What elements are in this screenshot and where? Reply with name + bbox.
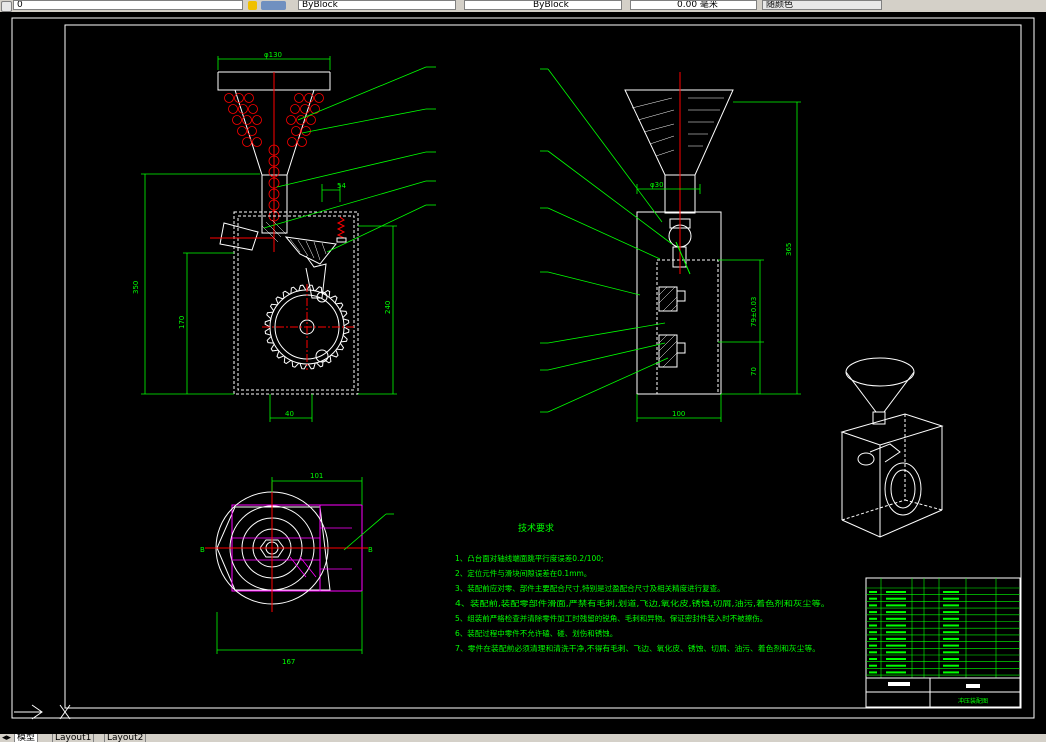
title-cell-mark (869, 644, 877, 647)
title-cell-mark (869, 637, 877, 640)
title-cell-mark (886, 644, 906, 647)
title-cell-mark (869, 604, 877, 607)
title-cell-mark (943, 664, 959, 667)
title-cell-mark (943, 631, 959, 634)
title-cell-mark (869, 651, 877, 654)
title-cell-mark (943, 624, 959, 627)
title-cell-mark (869, 624, 877, 627)
title-cell-mark (869, 631, 877, 634)
title-cell-mark (886, 658, 906, 660)
lineweight-unit-dropdown[interactable]: 0.00 毫米 (630, 0, 757, 10)
title-cell-mark (943, 617, 959, 620)
title-cell-mark (943, 658, 959, 660)
drawing-canvas[interactable]: φ130 350 170 240 40 54 φ30 365 79±0.03 7… (0, 12, 1046, 734)
title-cell-mark (943, 644, 959, 647)
title-cell-mark (869, 597, 877, 600)
drawing-name: 冲压装配图 (958, 697, 988, 705)
tech-req-line: 5、组装前严格检查并清除零件加工时残留的锐角、毛刺和异物。保证密封件装入时不被擦… (455, 613, 767, 623)
dim-fit: 79±0.03 (750, 297, 758, 327)
dim-small: φ30 (650, 181, 664, 189)
tech-req-line: 2、定位元件与滑块间隙误差在0.1mm。 (455, 568, 591, 578)
title-cell-mark (943, 671, 959, 674)
title-cell-mark (943, 597, 959, 600)
title-cell-mark (886, 617, 906, 620)
dim-top: 101 (310, 472, 323, 480)
title-cell-mark (886, 671, 906, 674)
title-cell-mark (869, 664, 877, 667)
section-label-left: B (200, 546, 205, 554)
title-cell-mark (869, 591, 877, 593)
dim-bottom: 167 (282, 658, 295, 666)
dim-total: 365 (785, 243, 793, 256)
linetype-dropdown[interactable]: ByBlock (298, 0, 456, 10)
tech-req-line: 4、装配前,装配零部件滑面,严禁有毛刺,划道,飞边,氧化皮,锈蚀,切屑,油污,着… (455, 598, 830, 608)
tab-layout1[interactable]: Layout1 (52, 734, 95, 742)
dim-box-height: 170 (178, 316, 186, 329)
layer-freeze-icon[interactable] (248, 1, 257, 10)
tech-req-line: 3、装配前应对零、部件主要配合尺寸,特别是过盈配合尺寸及相关精度进行复查。 (455, 583, 725, 593)
title-cell-mark (869, 671, 877, 674)
title-cell-mark (869, 611, 877, 614)
title-cell-mark (886, 604, 906, 607)
layer-state-icon[interactable] (1, 1, 12, 12)
dim-mid: 54 (337, 182, 346, 190)
tech-req-line: 1、凸台面对轴线端面跳平行度误差0.2/100; (455, 553, 604, 563)
title-cell-mark (886, 631, 906, 634)
plotstyle-dropdown[interactable]: 随颜色 (762, 0, 882, 10)
section-label-right: B (368, 546, 373, 554)
title-cell-mark (886, 597, 906, 600)
tab-model[interactable]: 模型 (14, 734, 39, 742)
tech-req-title: 技术要求 (518, 522, 554, 534)
layer-settings-icon[interactable] (261, 1, 286, 10)
title-cell-mark (943, 604, 959, 607)
layout-tabs-bar: ◂▸ 模型 Layout1 Layout2 (0, 734, 1046, 742)
dim-top-width: φ130 (264, 51, 282, 59)
dim-right-height: 240 (384, 301, 392, 314)
lineweight-dropdown[interactable]: ByBlock (464, 0, 622, 10)
dim-lower: 70 (750, 367, 758, 376)
title-cell-mark (886, 624, 906, 627)
title-cell-mark (869, 658, 877, 660)
dim-bottom: 100 (672, 410, 685, 418)
title-cell-mark (943, 651, 959, 654)
title-cell-mark (886, 651, 906, 654)
dim-total-height: 350 (132, 281, 140, 294)
title-cell-mark (943, 611, 959, 614)
tab-layout2[interactable]: Layout2 (104, 734, 147, 742)
layer-dropdown[interactable]: 0 (13, 0, 243, 10)
tab-scroll-arrows[interactable]: ◂▸ (0, 734, 14, 742)
title-cell-mark (886, 637, 906, 640)
title-cell-mark (886, 611, 906, 614)
title-cell-mark (943, 637, 959, 640)
title-cell-mark (943, 591, 959, 593)
title-cell-mark (886, 591, 906, 593)
title-cell-mark (869, 617, 877, 620)
tech-req-line: 6、装配过程中零件不允许磕、碰、划伤和锈蚀。 (455, 628, 617, 638)
tech-req-line: 7、零件在装配前必须清理和清洗干净,不得有毛刺、飞边、氧化皮、锈蚀、切屑、油污、… (455, 643, 820, 653)
title-cell-mark (886, 664, 906, 667)
dim-bottom: 40 (285, 410, 294, 418)
